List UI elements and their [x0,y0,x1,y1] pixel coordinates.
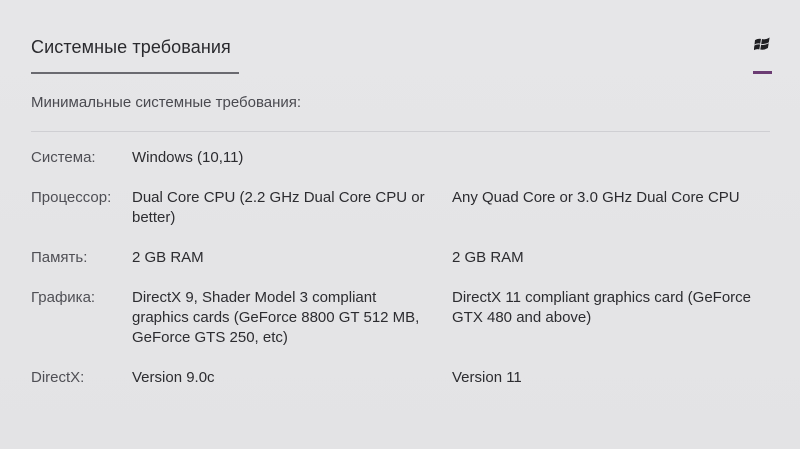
requirement-row-memory: Память: 2 GB RAM 2 GB RAM [31,248,773,268]
platform-tab-windows[interactable] [753,34,773,74]
row-label: DirectX: [31,369,85,386]
section-title: Системные требования [31,37,231,57]
rec-value: 2 GB RAM [452,249,524,266]
section-header: Системные требования [31,34,773,74]
requirement-row-graphics: Графика: DirectX 9, Shader Model 3 compl… [31,288,773,348]
requirement-row-os: Система: Windows (10,11) [31,148,773,168]
row-label: Графика: [31,289,96,306]
min-value: Dual Core CPU (2.2 GHz Dual Core CPU or … [132,189,425,226]
min-value: DirectX 9, Shader Model 3 compliant grap… [132,289,420,346]
rec-value: Any Quad Core or 3.0 GHz Dual Core CPU [452,189,740,206]
min-value: Windows (10,11) [132,149,244,166]
requirement-row-directx: DirectX: Version 9.0c Version 11 [31,368,773,388]
divider [31,131,770,132]
min-value: 2 GB RAM [132,249,204,266]
row-label: Память: [31,249,88,266]
rec-value: DirectX 11 compliant graphics card (GeFo… [452,289,752,326]
system-requirements-panel: Системные требования Минимальные системн… [0,0,800,449]
requirements-table: Система: Windows (10,11) Процессор: Dual… [31,148,773,408]
active-tab-indicator [753,71,772,74]
rec-value: Version 11 [452,369,522,386]
windows-icon [754,37,770,51]
title-underline [31,72,239,74]
min-value: Version 9.0c [132,369,215,386]
row-label: Система: [31,149,96,166]
row-label: Процессор: [31,189,112,206]
requirement-row-cpu: Процессор: Dual Core CPU (2.2 GHz Dual C… [31,188,773,228]
min-requirements-heading: Минимальные системные требования: [31,94,302,111]
